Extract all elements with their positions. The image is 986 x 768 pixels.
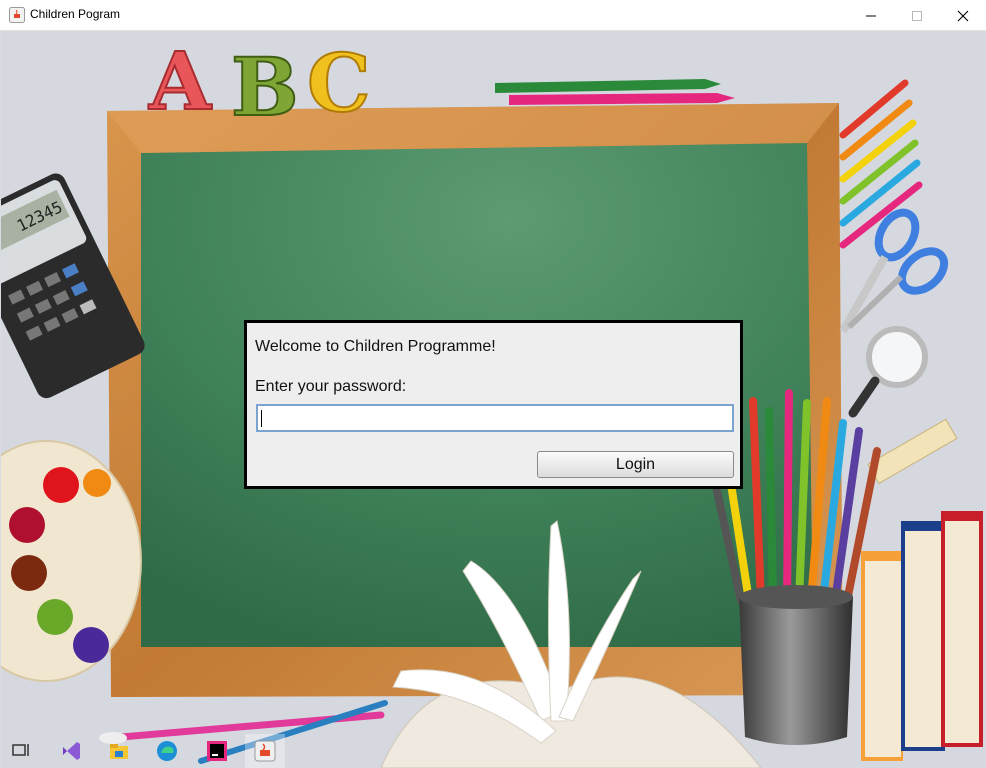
file-explorer-button[interactable] — [99, 734, 139, 768]
abc-letter-a: A — [148, 34, 212, 128]
java-icon — [254, 740, 276, 762]
password-label: Enter your password: — [255, 378, 407, 395]
intellij-icon — [207, 741, 227, 761]
edge-icon — [157, 741, 177, 761]
ruler — [867, 418, 958, 485]
login-panel: Welcome to Children Programme! Enter you… — [244, 320, 743, 489]
books — [861, 511, 983, 761]
welcome-message: Welcome to Children Programme! — [255, 338, 496, 355]
edge-button[interactable] — [147, 734, 187, 768]
task-view-button[interactable] — [1, 734, 41, 768]
password-field[interactable] — [256, 404, 734, 432]
window-title: Children Pogram — [30, 7, 121, 21]
maximize-icon — [912, 11, 922, 21]
minimize-button[interactable] — [848, 0, 894, 31]
paint-brushes — [99, 700, 388, 764]
close-icon — [957, 10, 969, 22]
maximize-button[interactable] — [894, 0, 940, 31]
top-pencils — [495, 79, 735, 105]
visual-studio-icon — [63, 742, 80, 760]
abc-letter-c: C — [307, 36, 371, 130]
title-bar: Children Pogram — [0, 0, 986, 31]
colored-pencils-fan — [839, 79, 923, 249]
abc-letters: A B C — [147, 33, 372, 135]
abc-letter-b: B — [231, 40, 299, 134]
text-caret — [261, 410, 262, 427]
java-app-icon — [9, 7, 25, 23]
scissors — [839, 208, 949, 333]
magnifying-glass — [848, 326, 928, 418]
visual-studio-button[interactable] — [51, 734, 91, 768]
java-app-taskbar-button[interactable] — [245, 734, 285, 768]
close-button[interactable] — [940, 0, 986, 31]
file-explorer-icon — [110, 744, 128, 759]
minimize-icon — [866, 15, 876, 17]
task-view-icon — [12, 744, 29, 756]
window-content: A B C 12345 Welcome to Children Programm… — [1, 31, 985, 768]
login-button[interactable]: Login — [537, 451, 734, 478]
intellij-button[interactable] — [197, 734, 237, 768]
